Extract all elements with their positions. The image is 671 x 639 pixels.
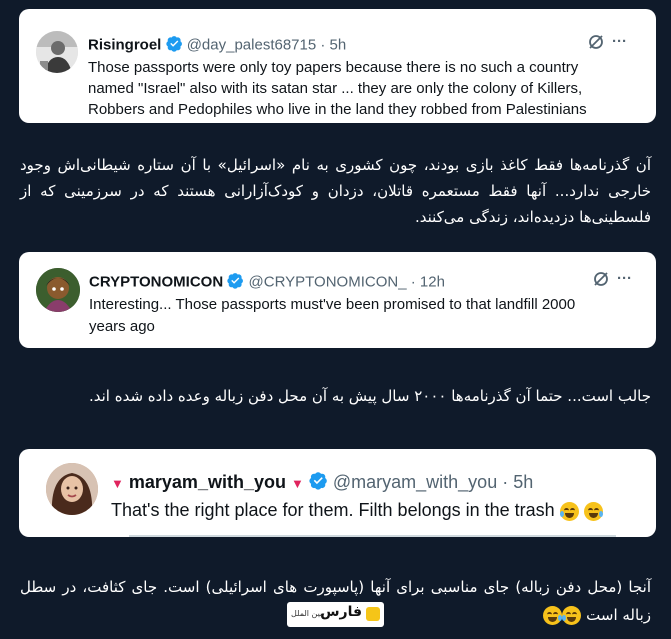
tweet-author-name[interactable]: maryam_with_you: [129, 472, 286, 492]
tweet-time[interactable]: 5h: [330, 36, 347, 53]
translation-text-1: آن گذرنامه‌ها فقط کاغذ بازی بودند، چون ک…: [20, 156, 651, 226]
avatar[interactable]: [46, 463, 98, 515]
bw-photo-avatar-icon: [36, 31, 78, 73]
logo-sub-text: بین الملل: [291, 609, 323, 618]
verified-badge-icon: [309, 471, 328, 495]
tweet-card-3[interactable]: ▼ maryam_with_you ▼ @maryam_with_you · 5…: [19, 449, 656, 537]
tears-of-joy-emoji-icon: [559, 501, 579, 521]
verified-badge-icon: [165, 35, 183, 56]
tweet-time[interactable]: 5h: [513, 472, 533, 492]
tweet-author-name[interactable]: CRYPTONOMICON: [89, 273, 223, 290]
avatar[interactable]: [36, 268, 80, 312]
avatar[interactable]: [36, 31, 78, 73]
divider: [129, 535, 616, 537]
verified-badge-icon: [227, 272, 244, 293]
tweet-author-handle[interactable]: @maryam_with_you: [333, 472, 497, 492]
tweet-text-line: Interesting... Those passports must've b…: [89, 296, 576, 313]
logo-mark-icon: [366, 607, 380, 621]
tweet-text-line: named "Israel" also with its satan star …: [88, 80, 583, 97]
tweet-text-line: Those passports were only toy papers bec…: [88, 59, 579, 76]
tweet-author-name[interactable]: Risingroel: [88, 36, 161, 53]
heart-icon: ▼: [111, 475, 124, 491]
tweet-author-handle[interactable]: @day_palest68715: [187, 36, 317, 53]
separator-dot: ·: [410, 273, 416, 291]
heart-icon: ▼: [290, 475, 304, 491]
tweet-card-2[interactable]: CRYPTONOMICON @CRYPTONOMICON_ · 12h ··· …: [19, 252, 656, 348]
tweet-text-line: years ago: [89, 318, 155, 335]
translation-text-2: جالب است... حتما آن گذرنامه‌ها ۲۰۰۰ سال …: [88, 387, 651, 405]
separator-dot: ·: [502, 471, 509, 492]
tweet-text-line: Robbers and Pedophiles who live in the l…: [88, 101, 587, 118]
tears-of-joy-emoji-icon: [583, 501, 603, 521]
fars-news-logo: فارس بین الملل: [287, 602, 384, 627]
tweet-time[interactable]: 12h: [420, 273, 445, 290]
separator-dot: ·: [320, 36, 326, 54]
cartoon-avatar-icon: [36, 268, 80, 312]
tweet-card-1[interactable]: Risingroel @day_palest68715 · 5h ··· Tho…: [19, 9, 656, 123]
tears-of-joy-emoji-icon: [543, 606, 563, 625]
logo-main-text: فارس: [320, 604, 362, 620]
tweet-author-handle[interactable]: @CRYPTONOMICON_: [249, 273, 407, 290]
grok-icon[interactable]: [592, 270, 610, 293]
woman-avatar-icon: [46, 463, 98, 515]
tears-of-joy-emoji-icon: [562, 606, 582, 625]
more-options-icon[interactable]: ···: [612, 33, 627, 50]
tweet-text-line: That's the right place for them. Filth b…: [111, 500, 555, 520]
grok-icon[interactable]: [587, 33, 605, 56]
more-options-icon[interactable]: ···: [617, 270, 632, 287]
